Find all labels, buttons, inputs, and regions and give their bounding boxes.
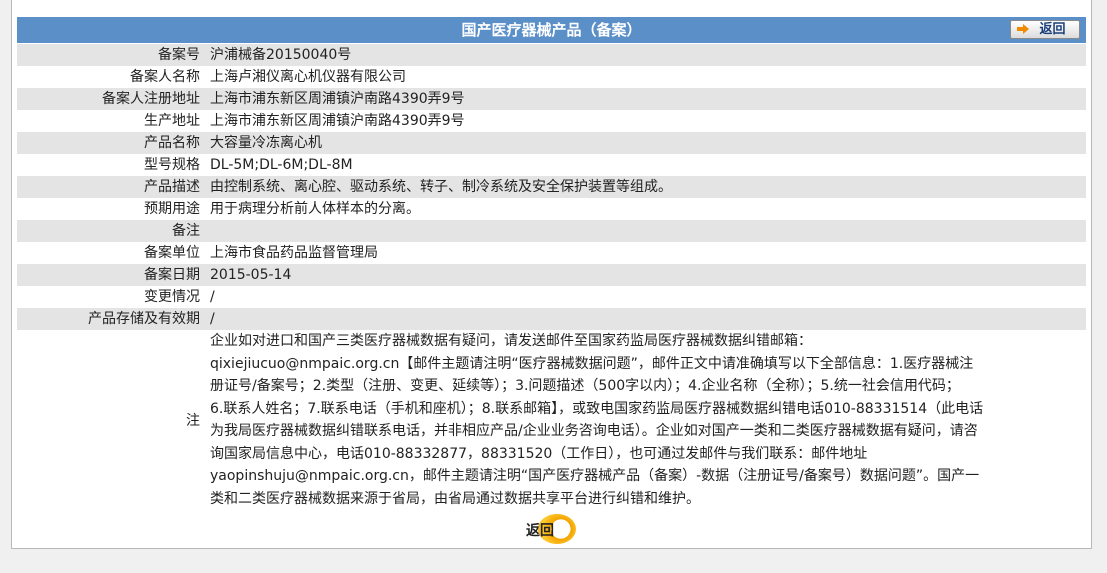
back-button-bottom[interactable]: 返回 <box>524 514 578 546</box>
table-row: 型号规格 DL-5M;DL-6M;DL-8M <box>17 154 1086 176</box>
table-row: 备案日期 2015-05-14 <box>17 264 1086 286</box>
field-value: 上海卢湘仪离心机仪器有限公司 <box>210 66 1086 88</box>
table-row: 备案人注册地址 上海市浦东新区周浦镇沪南路4390弄9号 <box>17 88 1086 110</box>
note-line: 企业如对进口和国产三类医疗器械数据有疑问，请发送邮件至国家药监局医疗器械数据纠错… <box>210 333 812 349</box>
field-value: 由控制系统、离心腔、驱动系统、转子、制冷系统及安全保护装置等组成。 <box>210 176 1086 198</box>
back-button-label: 返回 <box>1039 22 1066 37</box>
field-label: 备案号 <box>17 44 210 66</box>
table-row: 备案号 沪浦械备20150040号 <box>17 44 1086 66</box>
field-label: 产品存储及有效期 <box>17 308 210 330</box>
info-table: 备案号 沪浦械备20150040号 备案人名称 上海卢湘仪离心机仪器有限公司 备案人… <box>17 44 1086 512</box>
field-label: 备案人注册地址 <box>17 88 210 110</box>
note-line: yaopinshuju@nmpaic.org.cn，邮件主题请注明“国产医疗器械… <box>210 468 980 484</box>
table-row: 产品描述 由控制系统、离心腔、驱动系统、转子、制冷系统及安全保护装置等组成。 <box>17 176 1086 198</box>
table-row: 预期用途 用于病理分析前人体样本的分离。 <box>17 198 1086 220</box>
field-value: 用于病理分析前人体样本的分离。 <box>210 198 1086 220</box>
field-label: 预期用途 <box>17 198 210 220</box>
field-label: 产品描述 <box>17 176 210 198</box>
field-value: DL-5M;DL-6M;DL-8M <box>210 154 1086 176</box>
page-title: 国产医疗器械产品（备案） <box>461 21 642 39</box>
field-label: 产品名称 <box>17 132 210 154</box>
table-row: 备案人名称 上海卢湘仪离心机仪器有限公司 <box>17 66 1086 88</box>
field-label: 生产地址 <box>17 110 210 132</box>
field-value: / <box>210 286 1086 308</box>
note-line: 册证号/备案号；2.类型（注册、变更、延续等）；3.问题描述（500字以内）；4… <box>210 378 960 394</box>
note-line: 6.联系人姓名；7.联系电话（手机和座机）；8.联系邮箱】，或致电国家药监局医疗… <box>210 400 984 417</box>
field-label: 型号规格 <box>17 154 210 176</box>
field-label: 备注 <box>17 220 210 242</box>
note-label: 注 <box>17 330 210 512</box>
table-row: 备注 <box>17 220 1086 242</box>
field-label: 备案人名称 <box>17 66 210 88</box>
note-line: 类和二类医疗器械数据来源于省局，由省局通过数据共享平台进行纠错和维护。 <box>210 490 700 507</box>
field-value: 大容量冷冻离心机 <box>210 132 1086 154</box>
field-value <box>210 220 1086 242</box>
field-value: 2015-05-14 <box>210 264 1086 286</box>
note-text: 企业如对进口和国产三类医疗器械数据有疑问，请发送邮件至国家药监局医疗器械数据纠错… <box>210 330 1086 512</box>
field-label: 备案日期 <box>17 264 210 286</box>
table-row: 产品名称 大容量冷冻离心机 <box>17 132 1086 154</box>
table-row: 备案单位 上海市食品药品监督管理局 <box>17 242 1086 264</box>
field-value: 沪浦械备20150040号 <box>210 44 1086 66</box>
back-button-bottom-label: 返回 <box>526 523 554 539</box>
field-label: 备案单位 <box>17 242 210 264</box>
table-row: 产品存储及有效期 / <box>17 308 1086 330</box>
note-line: qixiejiucuo@nmpaic.org.cn【邮件主题请注明“医疗器械数据… <box>210 355 974 372</box>
field-value: 上海市浦东新区周浦镇沪南路4390弄9号 <box>210 88 1086 110</box>
back-button-top[interactable]: 返回 <box>1010 20 1080 39</box>
note-line: 询国家局信息中心，电话010-88332877，88331520（工作日），也可… <box>210 445 868 462</box>
field-value: / <box>210 308 1086 330</box>
table-row: 变更情况 / <box>17 286 1086 308</box>
page-header: 国产医疗器械产品（备案） 返回 <box>17 17 1086 43</box>
table-row: 生产地址 上海市浦东新区周浦镇沪南路4390弄9号 <box>17 110 1086 132</box>
field-label: 变更情况 <box>17 286 210 308</box>
note-row: 注 企业如对进口和国产三类医疗器械数据有疑问，请发送邮件至国家药监局医疗器械数据… <box>17 330 1086 512</box>
field-value: 上海市浦东新区周浦镇沪南路4390弄9号 <box>210 110 1086 132</box>
arrow-right-icon <box>1017 24 1029 34</box>
note-line: 为我局医疗器械数据纠错联系电话，并非相应产品/企业业务咨询电话）。企业如对国产一… <box>210 423 978 439</box>
field-value: 上海市食品药品监督管理局 <box>210 242 1086 264</box>
